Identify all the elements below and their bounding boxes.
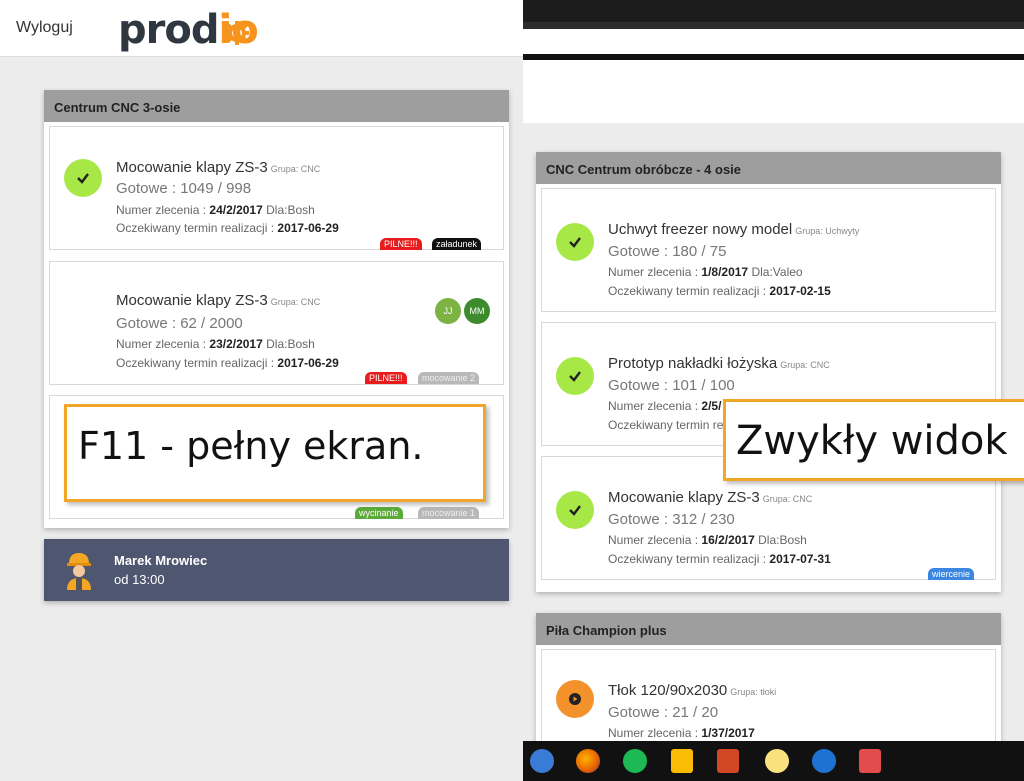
tag-urgent: PILNE!!! <box>380 238 422 250</box>
order-line: Numer zlecenia : 2/5/ <box>608 399 722 413</box>
in-progress-play-icon[interactable] <box>556 680 594 718</box>
panel-title: CNC Centrum obróbcze - 4 osie <box>536 152 1001 184</box>
normal-view: CNC Centrum obróbcze - 4 osie Uchwyt fre… <box>523 0 1024 781</box>
worker-bar: Marek Mrowiec od 13:00 <box>44 539 509 601</box>
deadline-line: Oczekiwany termin re <box>608 418 724 432</box>
prodio-logo: prodio <box>118 6 259 54</box>
task-title: Uchwyt freezer nowy model Grupa: Uchwyty <box>608 221 860 238</box>
screenshot-icon[interactable] <box>859 749 881 773</box>
panel-title: Piła Champion plus <box>536 613 1001 645</box>
order-line: Numer zlecenia : 1/37/2017 <box>608 726 755 740</box>
done-check-icon[interactable] <box>64 159 102 197</box>
firefox-icon[interactable] <box>576 749 600 773</box>
deadline-line: Oczekiwany termin realizacji : 2017-07-3… <box>608 552 831 566</box>
deadline-line: Oczekiwany termin realizacji : 2017-06-2… <box>116 221 339 235</box>
worker-name: Marek Mrowiec <box>114 553 208 568</box>
windows-taskbar <box>523 741 1024 781</box>
tag-operation: wycinanie <box>355 507 403 519</box>
edge-icon[interactable] <box>812 749 836 773</box>
worker-avatar-icon <box>67 553 91 590</box>
tag-operation: załadunek <box>432 238 482 250</box>
deadline-line: Oczekiwany termin realizacji : 2017-06-2… <box>116 356 339 370</box>
top-bar: Wyloguj prodio <box>0 0 523 57</box>
task-title: Mocowanie klapy ZS-3 Grupa: CNC <box>116 159 321 176</box>
normal-view-callout: Zwykły widok <box>723 399 1024 481</box>
order-line: Numer zlecenia : 16/2/2017 Dla:Bosh <box>608 533 807 547</box>
order-line: Numer zlecenia : 24/2/2017 Dla:Bosh <box>116 203 315 217</box>
tag-operation: mocowanie 1 <box>418 507 480 519</box>
notes-icon[interactable] <box>765 749 789 773</box>
deadline-line: Oczekiwany termin realizacji : 2017-02-1… <box>608 284 831 298</box>
spotify-icon[interactable] <box>623 749 647 773</box>
tag-urgent: PILNE!!! <box>365 372 407 384</box>
ready-count: Gotowe : 101 / 100 <box>608 377 735 394</box>
order-line: Numer zlecenia : 1/8/2017 Dla:Valeo <box>608 265 803 279</box>
browser-toolbar <box>523 0 1024 29</box>
windows-start-icon[interactable] <box>530 749 554 773</box>
panel-title: Centrum CNC 3-osie <box>44 90 509 122</box>
gear-icon <box>224 21 249 45</box>
done-check-icon[interactable] <box>556 357 594 395</box>
task-title: Mocowanie klapy ZS-3 Grupa: CNC <box>116 292 321 309</box>
top-bar <box>523 29 1024 123</box>
browser-tab-strip <box>523 0 1024 22</box>
logout-link[interactable]: Wyloguj <box>16 19 73 37</box>
done-check-icon[interactable] <box>556 223 594 261</box>
task-title: Mocowanie klapy ZS-3 Grupa: CNC <box>608 489 813 506</box>
task-card[interactable]: Mocowanie klapy ZS-3 Grupa: CNC Gotowe : … <box>49 261 504 385</box>
order-line: Numer zlecenia : 23/2/2017 Dla:Bosh <box>116 337 315 351</box>
ready-count: Gotowe : 62 / 2000 <box>116 315 243 332</box>
avatar[interactable]: MM <box>464 298 490 324</box>
shift-start-time: od 13:00 <box>114 572 165 587</box>
task-card[interactable]: Uchwyt freezer nowy model Grupa: Uchwyty … <box>541 188 996 312</box>
ready-count: Gotowe : 180 / 75 <box>608 243 727 260</box>
powerpoint-icon[interactable] <box>717 749 739 773</box>
ready-count: Gotowe : 312 / 230 <box>608 511 735 528</box>
avatar[interactable]: JJ <box>435 298 461 324</box>
divider <box>523 54 1024 60</box>
tag-operation: mocowanie 2 <box>418 372 480 384</box>
fullscreen-callout: F11 - pełny ekran. <box>64 404 486 502</box>
keep-icon[interactable] <box>671 749 693 773</box>
task-card[interactable]: Tłok 120/90x2030 Grupa: tłoki Gotowe : 21… <box>541 649 996 749</box>
tag-operation: wiercenie <box>928 568 975 580</box>
ready-count: Gotowe : 1049 / 998 <box>116 180 252 197</box>
task-title: Prototyp nakładki łożyska Grupa: CNC <box>608 355 830 372</box>
ready-count: Gotowe : 21 / 20 <box>608 704 719 721</box>
done-check-icon[interactable] <box>556 491 594 529</box>
fullscreen-view: Wyloguj prodio Centrum CNC 3-osie Mocowa… <box>0 0 523 781</box>
task-title: Tłok 120/90x2030 Grupa: tłoki <box>608 682 777 699</box>
task-card[interactable]: Mocowanie klapy ZS-3 Grupa: CNC Gotowe : … <box>49 126 504 250</box>
